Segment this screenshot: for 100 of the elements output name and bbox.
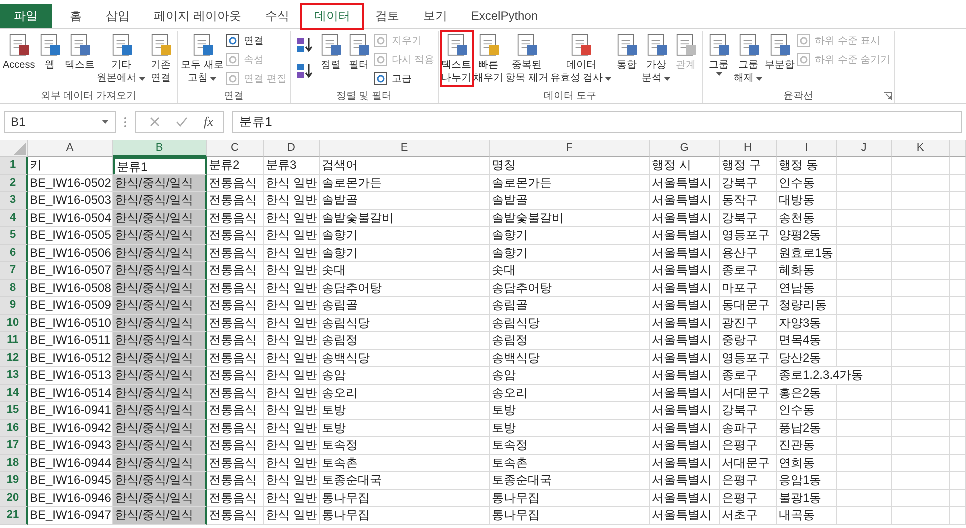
select-all-icon[interactable] [14,143,26,155]
column-header[interactable]: J [837,140,892,157]
table-cell: 솔향기 [320,227,490,244]
ribbon-button[interactable]: 정렬 [316,31,345,73]
table-cell: 솔향기 [320,244,490,262]
row-header[interactable]: 20 [0,490,28,507]
table-cell: 토종순대국 [320,472,490,490]
column-header[interactable]: A [28,140,113,157]
ribbon-tab[interactable]: 홈 [58,4,94,28]
ribbon-tab[interactable]: 수식 [253,4,302,28]
table-cell: 송림골 [490,297,650,314]
row-header[interactable]: 14 [0,384,28,402]
table-cell: 전통음식 [207,262,264,280]
insert-function-button[interactable]: fx [204,114,214,130]
sort-descending-icon[interactable] [294,61,315,81]
table-cell: 분류1 [113,157,207,174]
ribbon-tab[interactable]: 검토 [363,4,412,28]
row-header[interactable]: 4 [0,210,28,227]
table-cell: 전통음식 [207,384,264,402]
ribbon-button[interactable]: 그룹 해제 [733,31,764,86]
ribbon-button[interactable]: 빠른 채우기 [472,31,505,86]
column-header[interactable]: G [650,140,720,157]
table-cell: 행정 구 [720,157,777,174]
group-label: 연결 [224,90,244,103]
ribbon-tab[interactable]: ExcelPython [459,4,550,28]
row-header[interactable]: 5 [0,227,28,244]
column-header[interactable]: C [207,140,264,157]
table-cell: 한식/중식/일식 [113,454,207,472]
ribbon-small-button[interactable]: 고급 [372,70,436,88]
ribbon-button[interactable]: 부분합 [764,31,796,73]
table-cell [950,472,966,490]
table-cell: 영등포구 [720,350,777,367]
row-header[interactable]: 6 [0,244,28,262]
column-header[interactable]: E [320,140,490,157]
row-header[interactable]: 10 [0,314,28,332]
table-cell [950,244,966,262]
ribbon-tab[interactable]: 데이터 [301,4,364,29]
table-cell: 한식 일반 [264,297,320,314]
row-header[interactable]: 15 [0,402,28,420]
table-cell: 홍은2동 [777,384,837,402]
column-header[interactable]: D [264,140,320,157]
check-icon[interactable] [176,117,188,127]
column-header[interactable]: B [113,140,207,157]
table-cell: 통나무집 [320,507,490,524]
sort-ascending-icon[interactable] [294,35,315,55]
table-cell [950,437,966,454]
table-cell: 진관동 [777,437,837,454]
table-cell [892,454,950,472]
cancel-icon[interactable] [150,117,160,127]
ribbon-button[interactable]: Access [2,31,36,73]
row-header[interactable]: 16 [0,420,28,437]
row-header[interactable]: 11 [0,332,28,350]
row-header[interactable]: 9 [0,297,28,314]
row-header[interactable]: 13 [0,367,28,384]
row-header[interactable]: 8 [0,280,28,297]
ribbon-tab[interactable]: 파일 [0,4,52,28]
ribbon-button[interactable]: 데이터 유효성 검사 [549,31,614,86]
column-header[interactable] [950,140,966,157]
ribbon-button[interactable]: 기타 원본에서 [96,31,148,86]
ribbon-button[interactable]: 텍스트 [64,31,96,73]
table-cell: 분류2 [207,157,264,174]
row-header[interactable]: 18 [0,454,28,472]
column-header[interactable]: K [892,140,950,157]
formula-field[interactable]: 분류1 [232,111,962,133]
row-header[interactable]: 3 [0,192,28,210]
table-cell: 면목4동 [777,332,837,350]
row-header[interactable]: 12 [0,350,28,367]
table-cell [837,384,892,402]
ribbon-tab[interactable]: 페이지 레이아웃 [142,4,254,28]
ribbon-button[interactable]: 필터 [344,31,373,73]
ribbon-small-button[interactable]: 연결 [225,32,288,50]
name-box[interactable]: B1 [4,111,116,133]
dialog-launcher-icon[interactable] [884,92,892,100]
row-header[interactable]: 21 [0,507,28,524]
table-cell [837,192,892,210]
ribbon-button[interactable]: 기존 연결 [147,31,176,86]
group-label: 윤곽선 [783,90,814,103]
ribbon-tab[interactable]: 삽입 [94,4,142,28]
row-header[interactable]: 19 [0,472,28,490]
ribbon-button[interactable]: 웹 [36,31,64,73]
column-header[interactable]: F [490,140,650,157]
table-cell [837,507,892,524]
row-header[interactable]: 1 [0,157,28,174]
ribbon-button[interactable]: 통합 [613,31,642,73]
ribbon-button[interactable]: 가상 분석 [641,31,672,86]
table-cell: 응암1동 [777,472,837,490]
ribbon-button[interactable]: 그룹 [705,31,734,77]
row-header[interactable]: 7 [0,262,28,280]
table-cell: 불광1동 [777,490,837,507]
ribbon-tab[interactable]: 보기 [411,4,460,28]
table-cell: 종로구 [720,262,777,280]
row-header[interactable]: 2 [0,174,28,192]
ribbon-button[interactable]: 모두 새로 고침 [180,31,226,86]
table-cell [837,420,892,437]
table-cell: 강북구 [720,402,777,420]
column-header[interactable]: I [777,140,837,157]
row-header[interactable]: 17 [0,437,28,454]
column-header[interactable]: H [720,140,777,157]
ribbon-button[interactable]: 텍스트 나누기 [440,31,473,86]
ribbon-button[interactable]: 중복된 항목 제거 [504,31,550,86]
